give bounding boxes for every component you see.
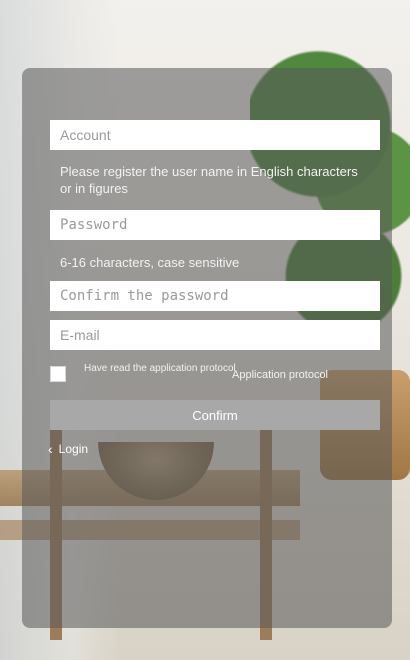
login-label: Login — [58, 442, 89, 456]
account-hint: Please register the user name in English… — [60, 164, 358, 196]
confirm-password-input[interactable] — [50, 281, 380, 311]
confirm-button[interactable]: Confirm — [50, 400, 380, 430]
application-protocol-link[interactable]: Application protocol — [232, 369, 328, 381]
account-input[interactable] — [50, 120, 380, 150]
chevron-left-icon: ‹ — [48, 441, 53, 457]
agree-label: Have read the application protocol — [84, 363, 236, 374]
password-hint: 6-16 characters, case sensitive — [60, 255, 240, 270]
agree-checkbox[interactable] — [50, 366, 66, 382]
email-input[interactable] — [50, 320, 380, 350]
login-link[interactable]: ‹ Login — [48, 442, 88, 456]
password-input[interactable] — [50, 210, 380, 240]
